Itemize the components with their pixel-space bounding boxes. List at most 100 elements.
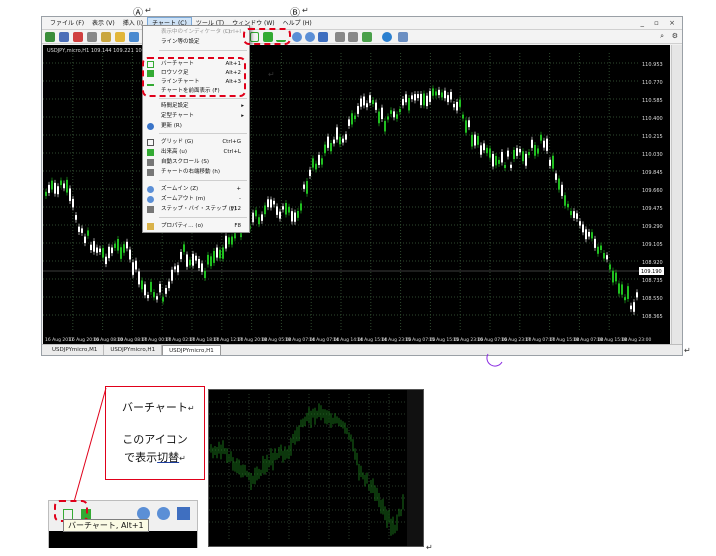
candle-body (129, 249, 131, 260)
candle-body (357, 106, 359, 114)
candle-body (612, 270, 614, 283)
candle-body (297, 211, 299, 218)
price-label: 108.365 (642, 314, 663, 320)
navigator-icon[interactable] (87, 32, 97, 42)
candle-body (213, 250, 215, 263)
candle-body (606, 255, 608, 260)
menu-item-zoom-out[interactable]: ズームアウト (m) - (143, 195, 249, 204)
candle-body (603, 252, 605, 259)
menu-item-grid[interactable]: グリッド (G) Ctrl+G (143, 138, 249, 147)
zoom-in-icon[interactable] (292, 32, 302, 42)
zoom-out-icon[interactable] (157, 507, 170, 520)
menu-item-refresh[interactable]: 更新 (R) (143, 122, 249, 131)
candle-body (381, 107, 383, 120)
zoom-out-icon[interactable] (305, 32, 315, 42)
candle-body (303, 184, 305, 189)
price-label: 110.953 (642, 62, 663, 68)
label-a: Ⓐ (133, 8, 143, 19)
menu-item-periodicity[interactable]: 時間足設定 ▸ (143, 102, 249, 111)
price-label: 110.030 (642, 152, 663, 158)
candle-body (342, 138, 344, 143)
menu-item-zoom-in[interactable]: ズームイン (Z) + (143, 185, 249, 194)
price-chart[interactable]: 110.953 110.770 110.585 110.400 110.215 110.0… (43, 45, 670, 344)
periods-icon[interactable] (382, 32, 392, 42)
candle-body (615, 272, 617, 282)
terminal-icon[interactable] (115, 32, 125, 42)
candle-body (117, 238, 119, 251)
candle-body (255, 210, 257, 217)
market-watch-icon[interactable] (73, 32, 83, 42)
candle-body (330, 143, 332, 152)
candle-body (66, 179, 68, 193)
menu-item-volumes[interactable]: 出来高 (u) Ctrl+L (143, 148, 249, 157)
candle-body (528, 151, 530, 156)
candle-body (414, 94, 416, 101)
tester-icon[interactable] (129, 32, 139, 42)
price-label: 110.585 (642, 98, 663, 104)
candle-body (216, 247, 218, 258)
candle-body (348, 119, 350, 126)
menu-item-step-by-step[interactable]: ステップ・バイ・ステップ (y) F12 (143, 205, 249, 214)
menu-item-autoscroll[interactable]: 自動スクロール (S) (143, 158, 249, 167)
menu-view[interactable]: 表示 (V) (88, 17, 119, 29)
candle-body (450, 91, 452, 100)
candle-body (201, 263, 203, 272)
candle-body (123, 244, 125, 253)
candle-body (279, 211, 281, 219)
new-chart-icon[interactable] (45, 32, 55, 42)
candle-body (585, 229, 587, 240)
tile-windows-icon[interactable] (318, 32, 328, 42)
menu-item-chart-shift[interactable]: チャートの右端移動 (h) (143, 168, 249, 177)
refresh-icon (147, 123, 154, 130)
candle-body (81, 228, 83, 233)
candle-body (264, 205, 266, 215)
pilcrow: ↵ (268, 70, 275, 79)
candle-body (150, 281, 152, 292)
templates-icon[interactable] (398, 32, 408, 42)
candle-body (531, 139, 533, 148)
candle-body (459, 99, 461, 107)
chart-tabs: USDJPYmicro,M1 USDJPYmicro,H1 USDJPYmicr… (42, 344, 682, 355)
tile-windows-icon[interactable] (177, 507, 190, 520)
candle-body (126, 241, 128, 249)
options-icon[interactable]: ⚙ (672, 32, 678, 40)
candle-body (582, 224, 584, 233)
candle-body (372, 100, 374, 105)
data-window-icon[interactable] (101, 32, 111, 42)
pilcrow: ↵ (684, 346, 691, 355)
candle-body (285, 203, 287, 215)
indicators-icon[interactable] (362, 32, 372, 42)
price-label: 110.400 (642, 116, 663, 122)
price-label: 109.845 (642, 170, 663, 176)
window-controls[interactable]: _ ▫ × (640, 17, 679, 30)
candle-body (174, 266, 176, 270)
candle-body (291, 211, 293, 222)
chart-shift-icon[interactable] (348, 32, 358, 42)
candle-body (162, 297, 164, 302)
menu-item-template[interactable]: 定型チャート ▸ (143, 112, 249, 121)
candle-body (378, 111, 380, 124)
tab-usdjpy-m1[interactable]: USDJPYmicro,M1 (46, 345, 105, 355)
candle-body (168, 281, 170, 289)
candle-body (111, 247, 113, 254)
vertical-scrollbar[interactable] (671, 45, 682, 344)
candle-body (543, 140, 545, 148)
autoscroll-icon[interactable] (335, 32, 345, 42)
tab-usdjpy-h1-a[interactable]: USDJPYmicro,H1 (104, 345, 163, 355)
candle-body (360, 98, 362, 107)
candle-body (621, 284, 623, 295)
candle-body (426, 95, 428, 107)
profiles-icon[interactable] (59, 32, 69, 42)
menu-item-properties[interactable]: プロパティ… (o) F8 (143, 222, 249, 231)
candle-body (351, 113, 353, 125)
tab-usdjpy-h1-b[interactable]: USDJPYmicro,H1 (162, 345, 221, 355)
candle-body (402, 99, 404, 106)
menu-item-objects[interactable]: ライン等の設定 (143, 38, 249, 47)
candle-body (183, 244, 185, 252)
search-icon[interactable]: ⌕ (660, 32, 664, 41)
candle-body (495, 156, 497, 166)
candle-body (420, 93, 422, 106)
menu-file[interactable]: ファイル (F) (46, 17, 88, 29)
candle-body (288, 206, 290, 213)
menu-item-indicators-list[interactable]: 表示中のインディケータ (L) Ctrl+I (143, 28, 249, 37)
